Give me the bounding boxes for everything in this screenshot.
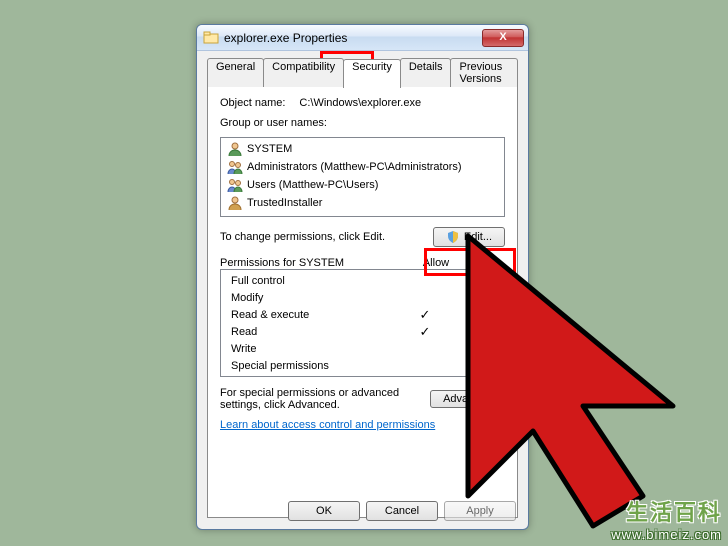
group-item-label: SYSTEM: [247, 143, 292, 155]
permissions-for-label: Permissions for SYSTEM: [220, 257, 413, 269]
deny-column-header: Deny: [459, 257, 505, 269]
tab-previous-versions[interactable]: Previous Versions: [450, 58, 518, 87]
apply-button[interactable]: Apply: [444, 501, 516, 521]
tab-security[interactable]: Security: [343, 59, 401, 88]
permission-name: Special permissions: [231, 360, 402, 372]
dialog-body: General Compatibility Security Details P…: [197, 51, 528, 529]
permission-row: Special permissions: [221, 357, 504, 374]
group-item-trustedinstaller[interactable]: TrustedInstaller: [221, 194, 504, 212]
shield-icon: [446, 230, 460, 244]
allow-column-header: Allow: [413, 257, 459, 269]
tab-general[interactable]: General: [207, 58, 264, 87]
permission-name: Read & execute: [231, 309, 402, 321]
tab-panel-security: Object name: C:\Windows\explorer.exe Gro…: [207, 86, 518, 518]
group-item-users[interactable]: Users (Matthew-PC\Users): [221, 176, 504, 194]
permissions-list[interactable]: Full control Modify Read & execute ✓ Rea…: [220, 269, 505, 377]
ok-button[interactable]: OK: [288, 501, 360, 521]
group-item-label: Users (Matthew-PC\Users): [247, 179, 378, 191]
change-permissions-hint: To change permissions, click Edit.: [220, 231, 385, 243]
permission-row: Modify: [221, 289, 504, 306]
permission-row: Full control: [221, 272, 504, 289]
app-icon: [203, 30, 219, 46]
permission-name: Modify: [231, 292, 402, 304]
cancel-button[interactable]: Cancel: [366, 501, 438, 521]
tab-details[interactable]: Details: [400, 58, 452, 87]
permission-allow: ✓: [402, 324, 448, 340]
permission-name: Full control: [231, 275, 402, 287]
watermark-line2: www.bimeiz.com: [611, 527, 722, 542]
object-name-label: Object name:: [220, 97, 285, 109]
permission-row: Write: [221, 340, 504, 357]
object-name-value: C:\Windows\explorer.exe: [299, 97, 421, 109]
watermark-line1: 生活百科: [611, 495, 722, 527]
group-item-label: Administrators (Matthew-PC\Administrator…: [247, 161, 462, 173]
watermark: 生活百科 www.bimeiz.com: [611, 495, 722, 542]
edit-button-label: Edit...: [464, 231, 492, 243]
group-label: Group or user names:: [220, 117, 505, 129]
close-button[interactable]: X: [482, 29, 524, 47]
users-icon: [227, 177, 243, 193]
group-item-system[interactable]: SYSTEM: [221, 140, 504, 158]
advanced-button[interactable]: Advanced: [430, 390, 505, 408]
permission-allow: ✓: [402, 307, 448, 323]
user-icon: [227, 141, 243, 157]
tab-compatibility[interactable]: Compatibility: [263, 58, 344, 87]
permissions-header: Permissions for SYSTEM Allow Deny: [220, 257, 505, 269]
edit-row: To change permissions, click Edit. Edit.…: [220, 227, 505, 247]
edit-button[interactable]: Edit...: [433, 227, 505, 247]
window-title: explorer.exe Properties: [224, 31, 482, 45]
learn-link[interactable]: Learn about access control and permissio…: [220, 419, 435, 431]
group-user-list[interactable]: SYSTEM Administrators (Matthew-PC\Admini…: [220, 137, 505, 217]
users-icon: [227, 159, 243, 175]
group-item-label: TrustedInstaller: [247, 197, 322, 209]
dialog-footer: OK Cancel Apply: [288, 501, 516, 521]
properties-dialog: explorer.exe Properties X General Compat…: [196, 24, 529, 530]
permission-row: Read & execute ✓: [221, 306, 504, 323]
permission-name: Read: [231, 326, 402, 338]
advanced-hint: For special permissions or advanced sett…: [220, 387, 410, 411]
group-item-administrators[interactable]: Administrators (Matthew-PC\Administrator…: [221, 158, 504, 176]
titlebar[interactable]: explorer.exe Properties X: [197, 25, 528, 51]
permission-row: Read ✓: [221, 323, 504, 340]
installer-icon: [227, 195, 243, 211]
object-name-row: Object name: C:\Windows\explorer.exe: [220, 97, 505, 109]
advanced-row: For special permissions or advanced sett…: [220, 387, 505, 411]
permission-name: Write: [231, 343, 402, 355]
tab-strip: General Compatibility Security Details P…: [207, 57, 518, 86]
